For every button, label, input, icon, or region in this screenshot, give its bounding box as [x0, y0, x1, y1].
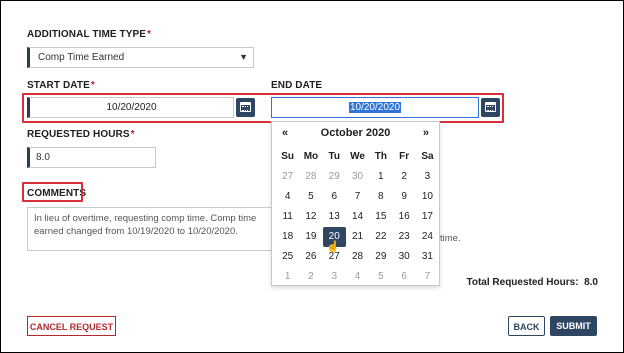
additional-time-type-select[interactable]: Comp Time Earned ▼ [27, 47, 254, 68]
calendar-day[interactable]: 10 [416, 187, 439, 207]
datepicker-grid: Su Mo Tu We Th Fr Sa 27 28 29 30 1 2 3 4 5 6 7 8 9 10 11 12 13 1… [276, 147, 439, 287]
calendar-day[interactable]: 26 [299, 247, 322, 267]
comments-textarea[interactable]: In lieu of overtime, requesting comp tim… [27, 207, 272, 251]
calendar-day[interactable]: 22 [369, 227, 392, 247]
calendar-day[interactable]: 29 [369, 247, 392, 267]
hand-pointer-icon: ☝ [326, 241, 340, 253]
weekday-header: Su [281, 151, 295, 162]
additional-time-type-label: ADDITIONAL TIME TYPE* [27, 29, 151, 40]
weekday-header: Mo [303, 151, 319, 162]
required-marker: * [147, 29, 152, 40]
weekday-header: Tu [328, 151, 340, 162]
next-month-button[interactable]: » [423, 127, 429, 139]
calendar-day[interactable]: 30 [346, 167, 369, 187]
calendar-day[interactable]: 23 [392, 227, 415, 247]
comments-overflow-text: time. [440, 233, 461, 244]
weekday-header: We [350, 151, 365, 162]
back-button[interactable]: BACK [508, 316, 545, 336]
calendar-day[interactable]: 5 [299, 187, 322, 207]
cancel-request-button[interactable]: CANCEL REQUEST [27, 316, 116, 336]
calendar-day[interactable]: 12 [299, 207, 322, 227]
calendar-day[interactable]: 3 [416, 167, 439, 187]
datepicker-popup: « October 2020 » Su Mo Tu We Th Fr Sa 27 28 29 30 1… [271, 121, 440, 286]
start-date-label: START DATE* [27, 80, 95, 91]
comments-value: In lieu of overtime, requesting comp tim… [34, 213, 257, 237]
chevron-down-icon: ▼ [239, 52, 248, 62]
calendar-day[interactable]: 6 [323, 187, 346, 207]
calendar-day[interactable]: 4 [276, 187, 299, 207]
calendar-day[interactable]: 21 [346, 227, 369, 247]
calendar-day[interactable]: 27 [276, 167, 299, 187]
calendar-day[interactable]: 2 [299, 267, 322, 287]
calendar-day[interactable]: 25 [276, 247, 299, 267]
weekday-header: Fr [399, 151, 410, 162]
requested-hours-label: REQUESTED HOURS* [27, 129, 135, 140]
calendar-day[interactable]: 5 [369, 267, 392, 287]
requested-hours-value: 8.0 [36, 152, 50, 163]
total-label: Total Requested Hours: [466, 277, 579, 288]
start-date-label-text: START DATE [27, 80, 90, 91]
end-date-label: END DATE [271, 80, 322, 91]
submit-button[interactable]: SUBMIT [550, 316, 597, 336]
additional-time-type-label-text: ADDITIONAL TIME TYPE [27, 29, 147, 40]
weekday-header: Th [374, 151, 387, 162]
additional-time-type-value: Comp Time Earned [38, 52, 125, 63]
calendar-day[interactable]: 24 [416, 227, 439, 247]
requested-hours-label-text: REQUESTED HOURS [27, 129, 130, 140]
calendar-day[interactable]: 17 [416, 207, 439, 227]
calendar-day[interactable]: 7 [346, 187, 369, 207]
required-marker: * [90, 80, 95, 91]
calendar-day[interactable]: 14 [346, 207, 369, 227]
comments-label-highlight [22, 182, 83, 202]
calendar-day[interactable]: 1 [276, 267, 299, 287]
calendar-day[interactable]: 29 [323, 167, 346, 187]
calendar-day[interactable]: 15 [369, 207, 392, 227]
calendar-day[interactable]: 3 [323, 267, 346, 287]
calendar-day[interactable]: 28 [346, 247, 369, 267]
datepicker-month-label[interactable]: October 2020 [272, 127, 439, 139]
calendar-day[interactable]: 18 [276, 227, 299, 247]
calendar-day[interactable]: 2 [392, 167, 415, 187]
calendar-day[interactable]: 19 [299, 227, 322, 247]
calendar-day[interactable]: 1 [369, 167, 392, 187]
end-date-label-text: END DATE [271, 80, 323, 91]
calendar-day[interactable]: 31 [416, 247, 439, 267]
calendar-day[interactable]: 4 [346, 267, 369, 287]
calendar-day[interactable]: 8 [369, 187, 392, 207]
required-marker: * [130, 129, 135, 140]
calendar-day[interactable]: 28 [299, 167, 322, 187]
calendar-day[interactable]: 11 [276, 207, 299, 227]
calendar-day[interactable]: 13 [323, 207, 346, 227]
calendar-day[interactable]: 9 [392, 187, 415, 207]
weekday-header: Sa [421, 151, 434, 162]
calendar-day[interactable]: 16 [392, 207, 415, 227]
total-value: 8.0 [584, 277, 598, 288]
calendar-day[interactable]: 7 [416, 267, 439, 287]
requested-hours-input[interactable]: 8.0 [27, 147, 156, 168]
total-requested-hours: Total Requested Hours: 8.0 [466, 277, 598, 288]
calendar-day[interactable]: 30 [392, 247, 415, 267]
calendar-day[interactable]: 6 [392, 267, 415, 287]
date-row-highlight [22, 93, 504, 123]
